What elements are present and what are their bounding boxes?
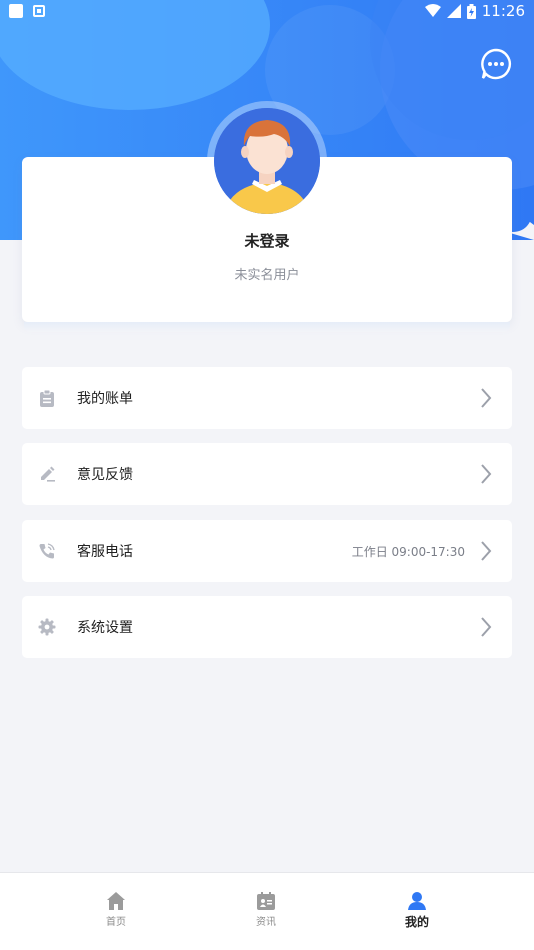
menu-item-settings[interactable]: 系统设置 <box>22 596 512 658</box>
menu-item-feedback[interactable]: 意见反馈 <box>22 443 512 505</box>
menu-item-bills[interactable]: 我的账单 <box>22 367 512 429</box>
chevron-right-icon <box>481 464 492 484</box>
chevron-right-icon <box>481 388 492 408</box>
status-bar: 11:26 <box>0 0 534 24</box>
gear-icon <box>38 618 56 636</box>
pencil-icon <box>41 466 55 482</box>
signal-icon <box>446 4 461 18</box>
service-hours: 工作日 09:00-17:30 <box>351 545 465 559</box>
home-icon <box>107 892 125 910</box>
clipboard-icon <box>40 389 54 407</box>
menu-item-label: 意见反馈 <box>77 467 133 483</box>
notification-square-icon <box>9 4 23 18</box>
tab-label: 我的 <box>404 915 429 929</box>
wifi-icon <box>424 4 441 17</box>
default-avatar-icon <box>214 108 320 214</box>
tab-mine[interactable]: 我的 <box>377 891 457 930</box>
clock: 11:26 <box>481 2 525 20</box>
chevron-right-icon <box>481 617 492 637</box>
phone-icon <box>39 543 55 559</box>
user-name: 未登录 <box>244 232 290 250</box>
user-icon <box>408 892 426 910</box>
menu-item-label: 系统设置 <box>77 620 133 636</box>
menu-item-customer-service[interactable]: 客服电话 工作日 09:00-17:30 <box>22 520 512 582</box>
profile-screen: 11:26 未登录 未实名用户 我的账单 意见反馈 客服电话 工作日 09:00… <box>0 0 534 950</box>
user-verification-status: 未实名用户 <box>234 268 300 283</box>
tab-label: 资讯 <box>256 917 276 928</box>
tab-news[interactable]: 资讯 <box>226 891 306 928</box>
card-shadow <box>24 322 510 332</box>
menu-item-label: 我的账单 <box>77 391 133 407</box>
chat-bubble-icon <box>481 48 511 80</box>
menu-item-label: 客服电话 <box>77 544 133 560</box>
tab-label: 首页 <box>106 917 126 928</box>
chevron-right-icon <box>481 541 492 561</box>
battery-icon <box>466 3 476 19</box>
bottom-navigation: 首页 资讯 我的 <box>0 872 534 950</box>
tab-home[interactable]: 首页 <box>76 891 156 928</box>
message-button[interactable] <box>480 48 512 80</box>
news-icon <box>257 892 275 910</box>
notification-image-icon <box>33 5 45 17</box>
avatar[interactable] <box>214 108 320 214</box>
